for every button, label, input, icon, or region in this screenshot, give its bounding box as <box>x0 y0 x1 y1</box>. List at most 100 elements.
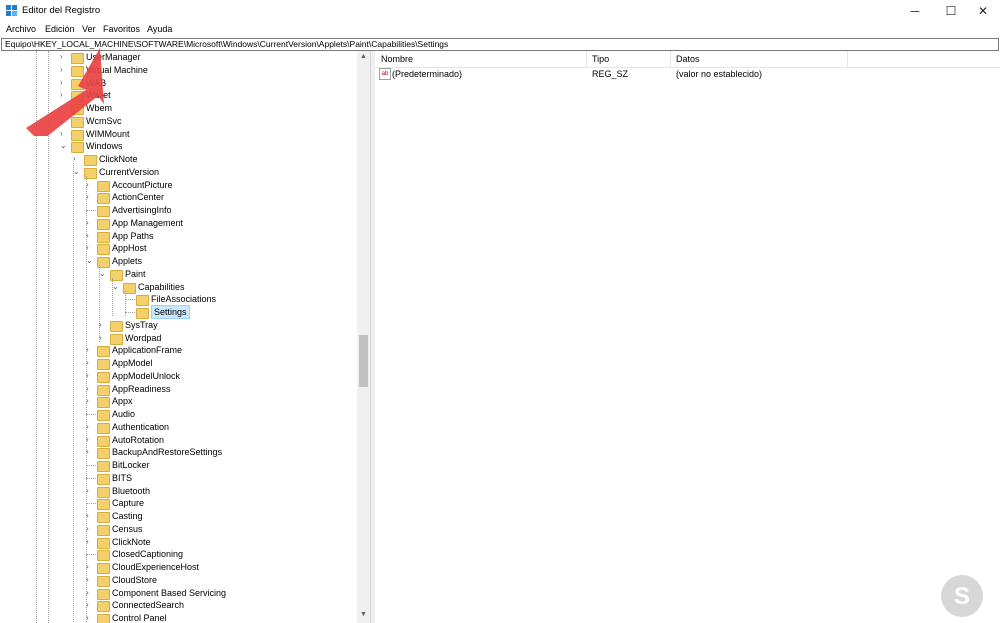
chevron-right-icon[interactable]: › <box>86 434 94 446</box>
tree-node-label: CurrentVersion <box>99 166 160 177</box>
column-divider <box>586 51 587 67</box>
chevron-right-icon[interactable]: › <box>86 523 94 535</box>
tree-node-label: Paint <box>125 268 146 279</box>
registry-tree[interactable]: ›UserManager›Virtual Machine›WAB›Wallet›… <box>0 51 357 623</box>
value-type: REG_SZ <box>592 69 629 79</box>
tree-node-label: FileAssociations <box>151 294 217 305</box>
chevron-right-icon[interactable]: › <box>86 587 94 599</box>
tree-node-label: AppModel <box>112 358 153 368</box>
scroll-thumb[interactable] <box>359 335 368 387</box>
tree-node-label: CloudStore <box>112 574 158 585</box>
tree-node-label: ConnectedSearch <box>112 600 185 611</box>
column-divider <box>847 51 848 67</box>
close-button[interactable]: ✕ <box>966 0 1000 22</box>
folder-icon <box>97 218 110 230</box>
chevron-right-icon[interactable]: › <box>86 446 94 458</box>
chevron-down-icon[interactable]: ⌄ <box>99 268 107 280</box>
tree-node-label: Casting <box>112 511 143 521</box>
chevron-right-icon[interactable]: › <box>86 599 94 611</box>
tree-connector <box>86 503 96 505</box>
folder-icon <box>97 193 110 205</box>
menu-ver[interactable]: Ver <box>82 24 96 34</box>
column-divider <box>670 51 671 67</box>
tree-guide-line <box>112 277 113 316</box>
folder-icon <box>97 435 110 447</box>
chevron-right-icon[interactable]: › <box>86 191 94 203</box>
menu-ayuda[interactable]: Ayuda <box>147 24 172 34</box>
tree-node-label: BackupAndRestoreSettings <box>112 447 223 458</box>
folder-icon <box>97 422 110 434</box>
tree-node-label: Windows <box>86 141 123 152</box>
tree-node-label: ClickNote <box>99 154 138 164</box>
chevron-right-icon[interactable]: › <box>86 510 94 522</box>
chevron-down-icon[interactable]: ⌄ <box>86 255 94 267</box>
menu-edicion[interactable]: Edición <box>45 24 75 34</box>
column-datos[interactable]: Datos <box>676 54 700 64</box>
folder-icon <box>71 142 84 154</box>
chevron-down-icon[interactable]: ⌄ <box>73 166 81 178</box>
folder-icon <box>97 244 110 256</box>
chevron-right-icon[interactable]: › <box>86 217 94 229</box>
menu-favoritos[interactable]: Favoritos <box>103 24 140 34</box>
tree-node-label: AppModelUnlock <box>112 370 181 381</box>
scroll-up-icon[interactable]: ▲ <box>360 53 367 60</box>
svg-text:S: S <box>954 583 970 610</box>
chevron-right-icon[interactable]: › <box>73 153 81 165</box>
chevron-right-icon[interactable]: › <box>86 370 94 382</box>
chevron-right-icon[interactable]: › <box>86 242 94 254</box>
chevron-down-icon[interactable]: ⌄ <box>112 281 120 293</box>
tree-node-label: AppReadiness <box>112 383 171 394</box>
column-tipo[interactable]: Tipo <box>592 54 609 64</box>
folder-icon <box>97 550 110 562</box>
chevron-right-icon[interactable]: › <box>86 179 94 191</box>
chevron-right-icon[interactable]: › <box>86 612 94 623</box>
chevron-right-icon[interactable]: › <box>99 319 107 331</box>
chevron-right-icon[interactable]: › <box>86 561 94 573</box>
tree-node-label: AccountPicture <box>112 179 173 190</box>
tree-guide-line <box>36 51 37 623</box>
chevron-right-icon[interactable]: › <box>86 230 94 242</box>
tree-connector <box>125 299 135 301</box>
tree-node-label: SysTray <box>125 319 158 330</box>
chevron-right-icon[interactable]: › <box>86 536 94 548</box>
folder-icon <box>97 461 110 472</box>
tree-connector <box>86 414 96 415</box>
tree-node-label: Bluetooth <box>112 485 151 496</box>
tree-connector <box>86 210 96 211</box>
tree-connector <box>125 312 135 313</box>
tree-connector <box>86 465 96 466</box>
folder-icon <box>97 512 110 523</box>
minimize-button[interactable]: ─ <box>898 0 932 22</box>
tree-connector <box>86 477 96 479</box>
chevron-right-icon[interactable]: › <box>86 395 94 407</box>
tree-node-label: Control Panel <box>112 613 167 623</box>
chevron-right-icon[interactable]: › <box>86 485 94 497</box>
folder-icon <box>97 499 110 511</box>
chevron-right-icon[interactable]: › <box>86 344 94 356</box>
list-header: Nombre Tipo Datos <box>375 51 1000 68</box>
tree-node-label: ClosedCaptioning <box>112 549 184 560</box>
chevron-right-icon[interactable]: › <box>86 357 94 369</box>
tree-guide-line <box>48 51 49 623</box>
tree-node-label: Census <box>112 523 143 534</box>
chevron-down-icon[interactable]: ⌄ <box>60 140 68 152</box>
menu-archivo[interactable]: Archivo <box>6 24 36 34</box>
maximize-button[interactable]: ☐ <box>934 0 968 22</box>
red-arrow-annotation-icon <box>26 48 104 136</box>
tree-node-label: AdvertisingInfo <box>112 205 172 215</box>
values-list[interactable]: Nombre Tipo Datos ab (Predeterminado) RE… <box>375 51 1000 623</box>
tree-scrollbar[interactable]: ▲ ▼ <box>357 51 370 623</box>
chevron-right-icon[interactable]: › <box>99 332 107 344</box>
chevron-right-icon[interactable]: › <box>86 574 94 586</box>
chevron-right-icon[interactable]: › <box>86 421 94 433</box>
tree-guide-line <box>125 290 126 316</box>
column-nombre[interactable]: Nombre <box>381 54 413 64</box>
tree-node-label: ClickNote <box>112 536 151 547</box>
chevron-right-icon[interactable]: › <box>86 383 94 395</box>
tree-node-label: AutoRotation <box>112 434 165 445</box>
address-bar[interactable]: Equipo\HKEY_LOCAL_MACHINE\SOFTWARE\Micro… <box>1 38 999 51</box>
folder-icon <box>97 537 110 549</box>
folder-icon <box>97 486 110 498</box>
scroll-down-icon[interactable]: ▼ <box>360 611 367 618</box>
folder-icon <box>84 155 97 166</box>
